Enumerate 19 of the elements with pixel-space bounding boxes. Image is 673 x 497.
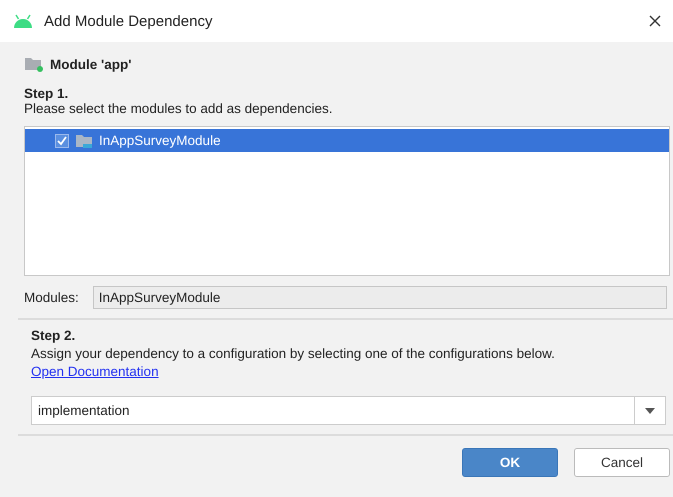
step-description: Assign your dependency to a configuration by selecting one of the configurations below. (31, 346, 556, 361)
module-list-item[interactable]: InAppSurveyModule (25, 129, 669, 152)
modules-field: InAppSurveyModule (92, 286, 667, 309)
step-description: Please select the modules to add as dependencies. (24, 101, 334, 116)
folder-icon (24, 56, 44, 72)
step-heading: Step 1. (24, 86, 70, 101)
configuration-dropdown[interactable]: implementation (31, 396, 666, 425)
android-icon (12, 14, 34, 28)
close-icon[interactable] (649, 15, 661, 27)
modules-label: Modules: (24, 290, 79, 305)
module-label: Module 'app' (50, 56, 132, 72)
dropdown-arrow-icon[interactable] (645, 408, 655, 414)
step-heading: Step 2. (31, 328, 76, 343)
documentation-link[interactable]: Open Documentation (31, 364, 159, 379)
ok-button[interactable]: OK (462, 448, 558, 477)
folder-icon (75, 134, 93, 148)
cancel-button[interactable]: Cancel (574, 448, 670, 477)
checkbox[interactable] (55, 134, 69, 148)
window-title: Add Module Dependency (44, 12, 214, 30)
